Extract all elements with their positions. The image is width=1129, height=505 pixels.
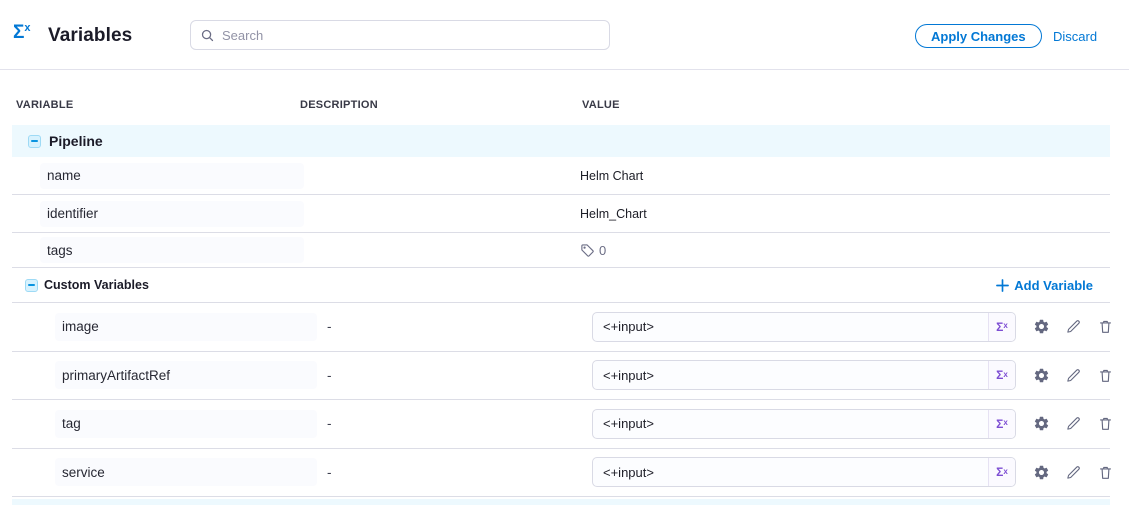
tag-icon: [580, 243, 595, 258]
edit-button[interactable]: [1064, 318, 1082, 336]
edit-button[interactable]: [1064, 366, 1082, 384]
collapse-minus-icon[interactable]: [25, 279, 38, 292]
column-header-value: VALUE: [582, 99, 620, 111]
variable-name-chip[interactable]: primaryArtifactRef: [55, 361, 317, 389]
pencil-icon: [1065, 464, 1082, 481]
value-input-text: <+input>: [593, 319, 988, 334]
settings-button[interactable]: [1032, 366, 1050, 384]
pencil-icon: [1065, 367, 1082, 384]
settings-button[interactable]: [1032, 318, 1050, 336]
pipeline-section-row[interactable]: Pipeline: [12, 125, 1110, 157]
collapse-minus-icon[interactable]: [28, 135, 41, 148]
apply-changes-button[interactable]: Apply Changes: [915, 24, 1042, 48]
expression-sigma-icon[interactable]: Σx: [988, 361, 1015, 389]
variable-name: tags: [47, 243, 73, 258]
custom-variables-title: Custom Variables: [44, 278, 149, 292]
gear-icon: [1033, 318, 1050, 335]
delete-button[interactable]: [1096, 463, 1114, 481]
sigma-x-icon: Σx: [13, 23, 31, 42]
gear-icon: [1033, 415, 1050, 432]
trash-icon: [1097, 464, 1114, 481]
variable-name: name: [47, 168, 81, 183]
variable-name-chip[interactable]: identifier: [40, 201, 304, 227]
value-input-text: <+input>: [593, 416, 988, 431]
pipeline-section-title: Pipeline: [49, 133, 103, 149]
value-input[interactable]: <+input> Σx: [592, 360, 1016, 390]
column-header-variable: VARIABLE: [16, 99, 73, 111]
settings-button[interactable]: [1032, 415, 1050, 433]
delete-button[interactable]: [1096, 366, 1114, 384]
variable-name: primaryArtifactRef: [62, 368, 170, 383]
search-input[interactable]: [222, 28, 582, 43]
value-input[interactable]: <+input> Σx: [592, 409, 1016, 439]
variable-name: identifier: [47, 206, 98, 221]
pencil-icon: [1065, 415, 1082, 432]
pencil-icon: [1065, 318, 1082, 335]
expression-sigma-icon[interactable]: Σx: [988, 313, 1015, 341]
variables-panel: Σx Variables Apply Changes Discard VARIA…: [0, 0, 1129, 505]
trash-icon: [1097, 318, 1114, 335]
trash-icon: [1097, 367, 1114, 384]
value-input[interactable]: <+input> Σx: [592, 457, 1016, 487]
table-row: image - <+input> Σx: [12, 303, 1110, 352]
table-row: identifier Helm_Chart: [12, 195, 1110, 233]
column-header-description: DESCRIPTION: [300, 99, 378, 111]
variable-description: -: [327, 416, 332, 431]
variable-name: image: [62, 319, 99, 334]
page-title: Variables: [48, 25, 132, 47]
gear-icon: [1033, 367, 1050, 384]
plus-icon: [996, 279, 1009, 292]
variable-name: tag: [62, 416, 81, 431]
table-row: tag - <+input> Σx: [12, 400, 1110, 449]
edit-button[interactable]: [1064, 463, 1082, 481]
variable-name-chip[interactable]: name: [40, 163, 304, 189]
variable-name-chip[interactable]: tag: [55, 410, 317, 438]
value-input[interactable]: <+input> Σx: [592, 312, 1016, 342]
gear-icon: [1033, 464, 1050, 481]
expression-sigma-icon[interactable]: Σx: [988, 410, 1015, 438]
add-variable-button[interactable]: Add Variable: [996, 268, 1093, 303]
custom-variables-section-row: Custom Variables Add Variable: [12, 268, 1110, 303]
variable-name-chip[interactable]: image: [55, 313, 317, 341]
table-row: tags 0: [12, 233, 1110, 268]
edit-button[interactable]: [1064, 415, 1082, 433]
table-column-headers: VARIABLE DESCRIPTION VALUE: [0, 99, 1129, 113]
search-box[interactable]: [190, 20, 610, 50]
variable-description: -: [327, 465, 332, 480]
variables-table: Pipeline name Helm Chart identifier Helm…: [12, 125, 1110, 497]
variable-description: -: [327, 368, 332, 383]
variable-name-chip[interactable]: tags: [40, 237, 304, 263]
delete-button[interactable]: [1096, 415, 1114, 433]
variable-value: Helm Chart: [580, 169, 643, 183]
header: Σx Variables Apply Changes Discard: [0, 0, 1129, 70]
tags-count: 0: [599, 243, 606, 258]
expression-sigma-icon[interactable]: Σx: [988, 458, 1015, 486]
variable-value: Helm_Chart: [580, 207, 647, 221]
settings-button[interactable]: [1032, 463, 1050, 481]
variable-description: -: [327, 319, 332, 334]
value-input-text: <+input>: [593, 368, 988, 383]
variable-name: service: [62, 465, 105, 480]
value-input-text: <+input>: [593, 465, 988, 480]
next-section-row-partial[interactable]: [12, 499, 1110, 505]
variable-name-chip[interactable]: service: [55, 458, 317, 486]
discard-button[interactable]: Discard: [1053, 29, 1097, 44]
tags-value: 0: [580, 243, 606, 258]
add-variable-label: Add Variable: [1014, 278, 1093, 293]
trash-icon: [1097, 415, 1114, 432]
delete-button[interactable]: [1096, 318, 1114, 336]
table-row: service - <+input> Σx: [12, 449, 1110, 498]
table-row: primaryArtifactRef - <+input> Σx: [12, 352, 1110, 401]
search-icon: [200, 28, 215, 43]
table-row: name Helm Chart: [12, 157, 1110, 195]
